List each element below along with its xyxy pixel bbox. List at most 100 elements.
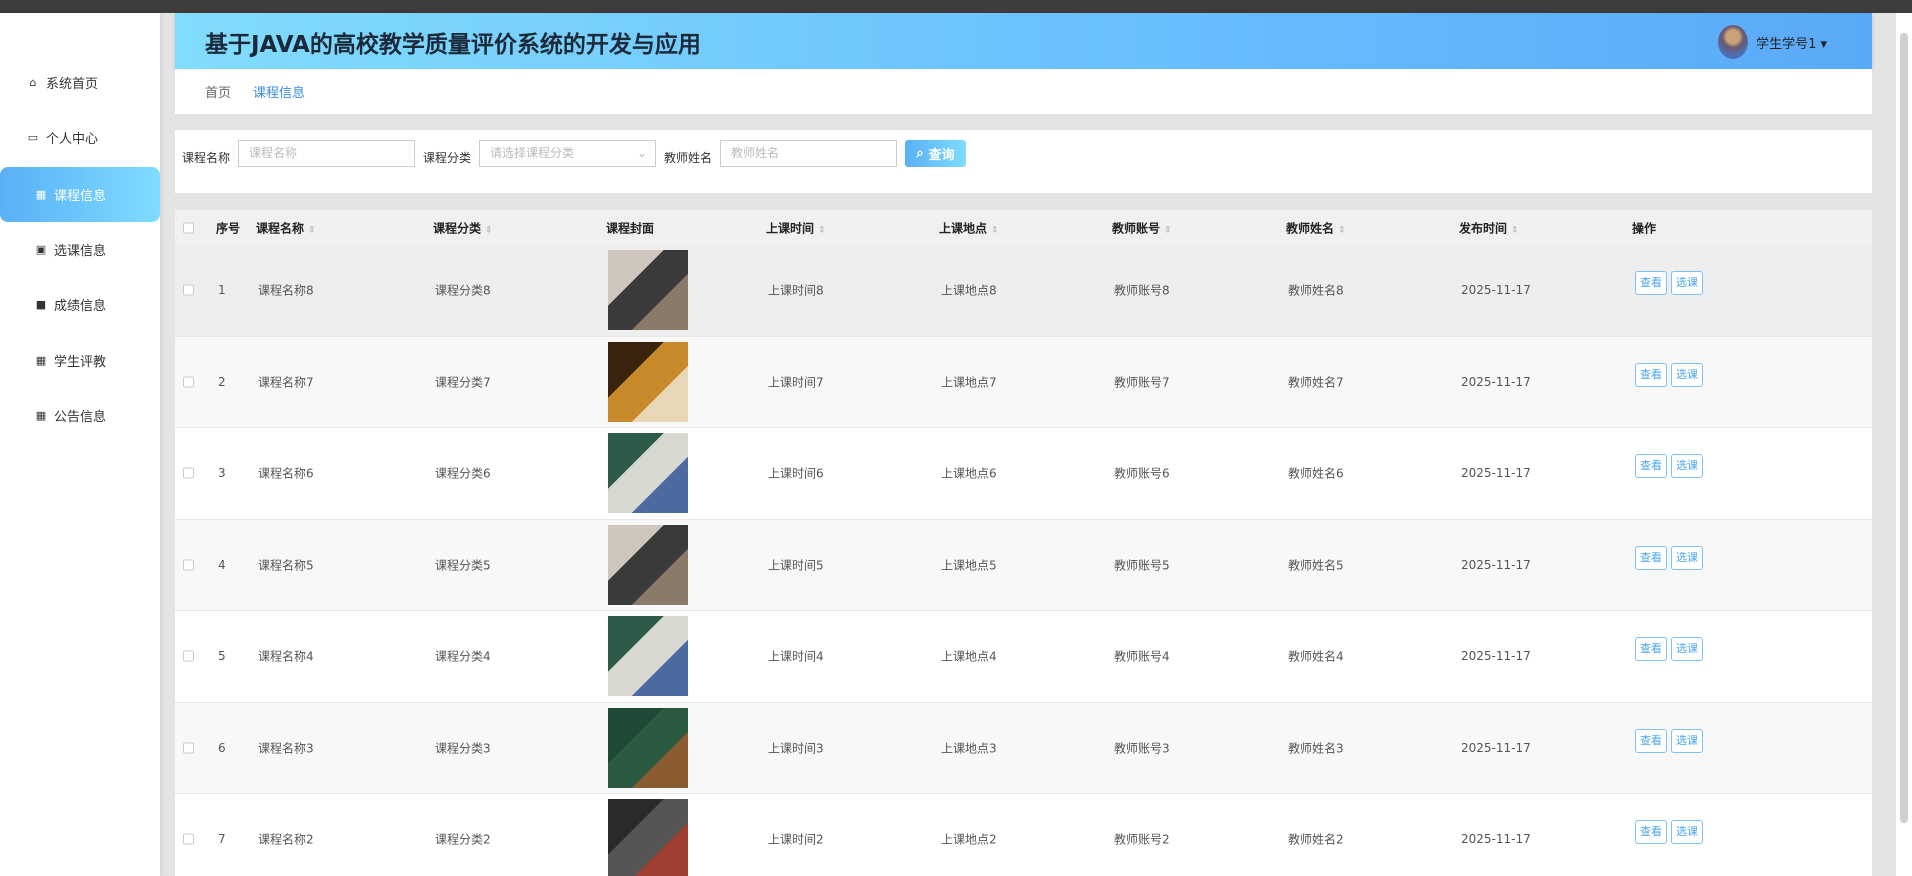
course-name: 课程名称3 bbox=[258, 741, 314, 756]
class-place: 上课地点7 bbox=[941, 375, 997, 390]
row-checkbox[interactable] bbox=[183, 467, 194, 479]
table-row: 7 课程名称2 课程分类2 上课时间2 上课地点2 教师账号2 教师姓名2 20… bbox=[175, 794, 1872, 876]
publish-date: 2025-11-17 bbox=[1461, 283, 1531, 298]
class-place: 上课地点3 bbox=[941, 741, 997, 756]
view-button[interactable]: 查看 bbox=[1635, 820, 1667, 844]
select-course-button[interactable]: 选课 bbox=[1671, 271, 1703, 295]
row-checkbox[interactable] bbox=[183, 742, 194, 754]
breadcrumb-home[interactable]: 首页 bbox=[205, 82, 231, 101]
sidebar-item-profile[interactable]: ▭ 个人中心 bbox=[0, 110, 160, 165]
course-category: 课程分类6 bbox=[435, 466, 491, 481]
class-time: 上课时间5 bbox=[768, 558, 824, 573]
course-cover-image bbox=[608, 250, 688, 331]
col-course-name[interactable]: 课程名称 ⇕ bbox=[256, 219, 316, 236]
view-button[interactable]: 查看 bbox=[1635, 545, 1667, 570]
teacher-name: 教师姓名8 bbox=[1288, 283, 1344, 298]
course-name-label: 课程名称 bbox=[182, 151, 231, 165]
row-checkbox[interactable] bbox=[183, 376, 194, 388]
course-name-input[interactable]: 课程名称 bbox=[238, 140, 416, 167]
teacher-account: 教师账号5 bbox=[1114, 558, 1170, 573]
course-category-select[interactable]: 请选择课程分类 ⌄ bbox=[479, 140, 657, 167]
sidebar-item-student-evaluation[interactable]: ▦ 学生评教 bbox=[0, 333, 160, 388]
teacher-name-label: 教师姓名 bbox=[664, 151, 713, 165]
teacher-account: 教师账号8 bbox=[1114, 283, 1170, 298]
publish-date: 2025-11-17 bbox=[1461, 740, 1531, 755]
course-cover-image bbox=[608, 799, 688, 876]
col-cover: 课程封面 bbox=[606, 221, 655, 235]
course-cover-image bbox=[608, 433, 688, 514]
col-teacher-name[interactable]: 教师姓名 ⇕ bbox=[1286, 219, 1346, 236]
app-title: 基于JAVA的高校教学质量评价系统的开发与应用 bbox=[205, 32, 701, 58]
search-button[interactable]: ⌕ 查询 bbox=[905, 140, 967, 167]
publish-date: 2025-11-17 bbox=[1461, 374, 1531, 389]
course-category-label: 课程分类 bbox=[423, 151, 472, 165]
table-row: 3 课程名称6 课程分类6 上课时间6 上课地点6 教师账号6 教师姓名6 20… bbox=[175, 428, 1872, 520]
col-category[interactable]: 课程分类 ⇕ bbox=[433, 219, 493, 236]
teacher-account: 教师账号2 bbox=[1114, 832, 1170, 847]
grid-icon: ▦ bbox=[35, 188, 47, 201]
sidebar-item-announcements[interactable]: ▦ 公告信息 bbox=[0, 388, 160, 443]
class-place: 上课地点2 bbox=[941, 832, 997, 847]
row-no: 7 bbox=[218, 832, 226, 847]
view-button[interactable]: 查看 bbox=[1635, 362, 1667, 387]
select-course-button[interactable]: 选课 bbox=[1671, 362, 1703, 387]
row-checkbox[interactable] bbox=[183, 284, 194, 296]
col-publish-date[interactable]: 发布时间 ⇕ bbox=[1459, 219, 1519, 236]
col-actions: 操作 bbox=[1632, 221, 1657, 235]
view-button[interactable]: 查看 bbox=[1635, 271, 1667, 295]
sidebar-item-grade-info[interactable]: ■ 成绩信息 bbox=[0, 277, 160, 332]
publish-date: 2025-11-17 bbox=[1461, 832, 1531, 847]
class-time: 上课时间3 bbox=[768, 741, 824, 756]
course-name: 课程名称2 bbox=[258, 832, 314, 847]
teacher-account: 教师账号4 bbox=[1114, 649, 1170, 664]
username: 学生学号1 ▾ bbox=[1756, 36, 1827, 52]
select-course-button[interactable]: 选课 bbox=[1671, 637, 1703, 661]
grid-icon: ▦ bbox=[35, 354, 47, 367]
class-time: 上课时间7 bbox=[768, 375, 824, 390]
sort-icon: ⇕ bbox=[1338, 225, 1346, 235]
col-place[interactable]: 上课地点 ⇕ bbox=[939, 219, 999, 236]
publish-date: 2025-11-17 bbox=[1461, 466, 1531, 481]
select-course-button[interactable]: 选课 bbox=[1671, 454, 1703, 478]
teacher-account: 教师账号3 bbox=[1114, 741, 1170, 756]
sidebar-item-course-info[interactable]: ▦ 课程信息 bbox=[0, 167, 160, 222]
select-course-button[interactable]: 选课 bbox=[1671, 728, 1703, 753]
table-row: 6 课程名称3 课程分类3 上课时间3 上课地点3 教师账号3 教师姓名3 20… bbox=[175, 702, 1872, 794]
view-button[interactable]: 查看 bbox=[1635, 637, 1667, 661]
course-name: 课程名称6 bbox=[258, 466, 314, 481]
sort-icon: ⇕ bbox=[818, 225, 826, 235]
course-cover-image bbox=[608, 341, 688, 422]
course-category: 课程分类8 bbox=[435, 283, 491, 298]
table-row: 2 课程名称7 课程分类7 上课时间7 上课地点7 教师账号7 教师姓名7 20… bbox=[175, 336, 1872, 428]
window-top-bar bbox=[0, 0, 1912, 13]
row-checkbox[interactable] bbox=[183, 650, 194, 662]
sidebar-item-selection-info[interactable]: ▣ 选课信息 bbox=[0, 222, 160, 277]
teacher-name-input[interactable]: 教师姓名 bbox=[720, 140, 898, 167]
chevron-down-icon: ⌄ bbox=[636, 146, 648, 160]
col-time[interactable]: 上课时间 ⇕ bbox=[766, 219, 826, 236]
class-time: 上课时间4 bbox=[768, 649, 824, 664]
select-course-button[interactable]: 选课 bbox=[1671, 820, 1703, 844]
course-name: 课程名称8 bbox=[258, 283, 314, 298]
course-category: 课程分类7 bbox=[435, 375, 491, 390]
search-bar: 课程名称 课程名称 课程分类 请选择课程分类 ⌄ 教师姓名 教师姓名 ⌕ 查询 bbox=[175, 130, 1872, 193]
row-no: 6 bbox=[218, 740, 226, 755]
row-checkbox[interactable] bbox=[183, 833, 194, 845]
sort-icon: ⇕ bbox=[1164, 225, 1172, 235]
scrollbar[interactable] bbox=[1896, 13, 1912, 876]
select-course-button[interactable]: 选课 bbox=[1671, 545, 1703, 570]
user-menu[interactable]: 学生学号1 ▾ bbox=[1718, 25, 1827, 59]
view-button[interactable]: 查看 bbox=[1635, 728, 1667, 753]
table-row: 5 课程名称4 课程分类4 上课时间4 上课地点4 教师账号4 教师姓名4 20… bbox=[175, 611, 1872, 703]
sidebar-item-home[interactable]: ⌂ 系统首页 bbox=[0, 55, 160, 110]
select-all-checkbox[interactable] bbox=[183, 222, 194, 233]
row-no: 5 bbox=[218, 649, 226, 664]
view-button[interactable]: 查看 bbox=[1635, 454, 1667, 478]
class-time: 上课时间6 bbox=[768, 466, 824, 481]
class-place: 上课地点6 bbox=[941, 466, 997, 481]
row-checkbox[interactable] bbox=[183, 559, 194, 571]
sort-icon: ⇕ bbox=[991, 225, 999, 235]
col-teacher-account[interactable]: 教师账号 ⇕ bbox=[1112, 219, 1172, 236]
scrollbar-thumb[interactable] bbox=[1900, 33, 1908, 823]
teacher-name: 教师姓名7 bbox=[1288, 375, 1344, 390]
